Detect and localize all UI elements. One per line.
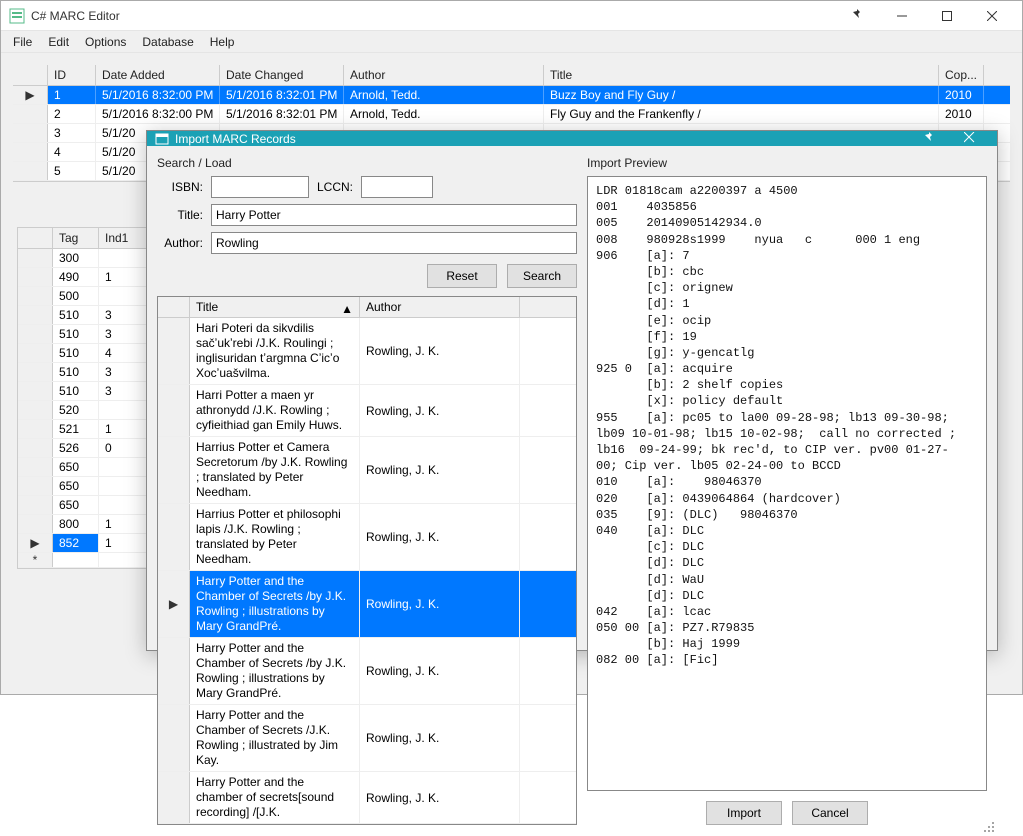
maximize-button[interactable] bbox=[924, 2, 969, 30]
list-item[interactable]: Harrius Potter et philosophi lapis /J.K.… bbox=[158, 504, 576, 571]
resize-grip-icon[interactable] bbox=[981, 819, 995, 833]
grid-header-row: ID Date Added Date Changed Author Title … bbox=[13, 65, 1010, 86]
preview-textarea[interactable]: LDR 01818cam a2200397 a 4500 001 4035856… bbox=[587, 176, 987, 791]
table-row[interactable]: 25/1/2016 8:32:00 PM5/1/2016 8:32:01 PMA… bbox=[13, 105, 1010, 124]
list-item[interactable]: Harrius Potter et Camera Secretorum /by … bbox=[158, 437, 576, 504]
list-item[interactable]: Hari Poteri da sikvdilis sačʼukʼrebi /J.… bbox=[158, 318, 576, 385]
title-input[interactable] bbox=[211, 204, 577, 226]
preview-label: Import Preview bbox=[587, 156, 987, 170]
menu-edit[interactable]: Edit bbox=[40, 33, 77, 51]
list-item[interactable]: Harri Potter a maen yr athronydd /J.K. R… bbox=[158, 385, 576, 437]
col-header-date-changed[interactable]: Date Changed bbox=[220, 65, 344, 85]
author-label: Author: bbox=[157, 236, 211, 250]
dialog-close-button[interactable] bbox=[949, 132, 989, 146]
dialog-titlebar[interactable]: Import MARC Records bbox=[147, 131, 997, 146]
lccn-input[interactable] bbox=[361, 176, 433, 198]
results-col-author[interactable]: Author bbox=[360, 297, 520, 317]
app-icon bbox=[9, 8, 25, 24]
cancel-button[interactable]: Cancel bbox=[792, 801, 868, 825]
dialog-icon bbox=[155, 132, 169, 146]
menubar: File Edit Options Database Help bbox=[1, 31, 1022, 53]
close-button[interactable] bbox=[969, 2, 1014, 30]
search-button[interactable]: Search bbox=[507, 264, 577, 288]
list-item[interactable]: ▶Harry Potter and the Chamber of Secrets… bbox=[158, 571, 576, 638]
list-item[interactable]: Harry Potter and the Chamber of Secrets … bbox=[158, 705, 576, 772]
col-header-author[interactable]: Author bbox=[344, 65, 544, 85]
table-row[interactable]: ▶15/1/2016 8:32:00 PM5/1/2016 8:32:01 PM… bbox=[13, 86, 1010, 105]
title-label: Title: bbox=[157, 208, 211, 222]
col-header-id[interactable]: ID bbox=[48, 65, 96, 85]
search-pane: Search / Load ISBN: LCCN: Title: Author:… bbox=[157, 156, 577, 825]
isbn-input[interactable] bbox=[211, 176, 309, 198]
list-item[interactable]: Harry Potter and the chamber of secrets[… bbox=[158, 772, 576, 824]
pin-icon[interactable] bbox=[834, 8, 879, 23]
menu-help[interactable]: Help bbox=[202, 33, 243, 51]
reset-button[interactable]: Reset bbox=[427, 264, 497, 288]
dialog-title: Import MARC Records bbox=[175, 132, 909, 146]
search-load-label: Search / Load bbox=[157, 156, 577, 170]
menu-database[interactable]: Database bbox=[134, 33, 201, 51]
menu-file[interactable]: File bbox=[5, 33, 40, 51]
author-input[interactable] bbox=[211, 232, 577, 254]
isbn-label: ISBN: bbox=[157, 180, 211, 194]
import-button[interactable]: Import bbox=[706, 801, 782, 825]
dialog-pin-icon[interactable] bbox=[909, 131, 949, 146]
menu-options[interactable]: Options bbox=[77, 33, 134, 51]
col-header-title[interactable]: Title bbox=[544, 65, 939, 85]
col-header-tag[interactable]: Tag bbox=[53, 228, 99, 248]
titlebar[interactable]: C# MARC Editor bbox=[1, 1, 1022, 31]
results-col-title[interactable]: Title ▲ bbox=[190, 297, 360, 317]
lccn-label: LCCN: bbox=[309, 180, 361, 194]
window-title: C# MARC Editor bbox=[31, 9, 834, 23]
import-dialog: Import MARC Records Search / Load ISBN: … bbox=[146, 130, 998, 651]
results-grid[interactable]: Title ▲ Author Hari Poteri da sikvdilis … bbox=[157, 296, 577, 825]
col-header-cop[interactable]: Cop... bbox=[939, 65, 984, 85]
minimize-button[interactable] bbox=[879, 2, 924, 30]
sort-asc-icon: ▲ bbox=[341, 302, 353, 316]
col-header-date-added[interactable]: Date Added bbox=[96, 65, 220, 85]
preview-pane: Import Preview LDR 01818cam a2200397 a 4… bbox=[587, 156, 987, 825]
